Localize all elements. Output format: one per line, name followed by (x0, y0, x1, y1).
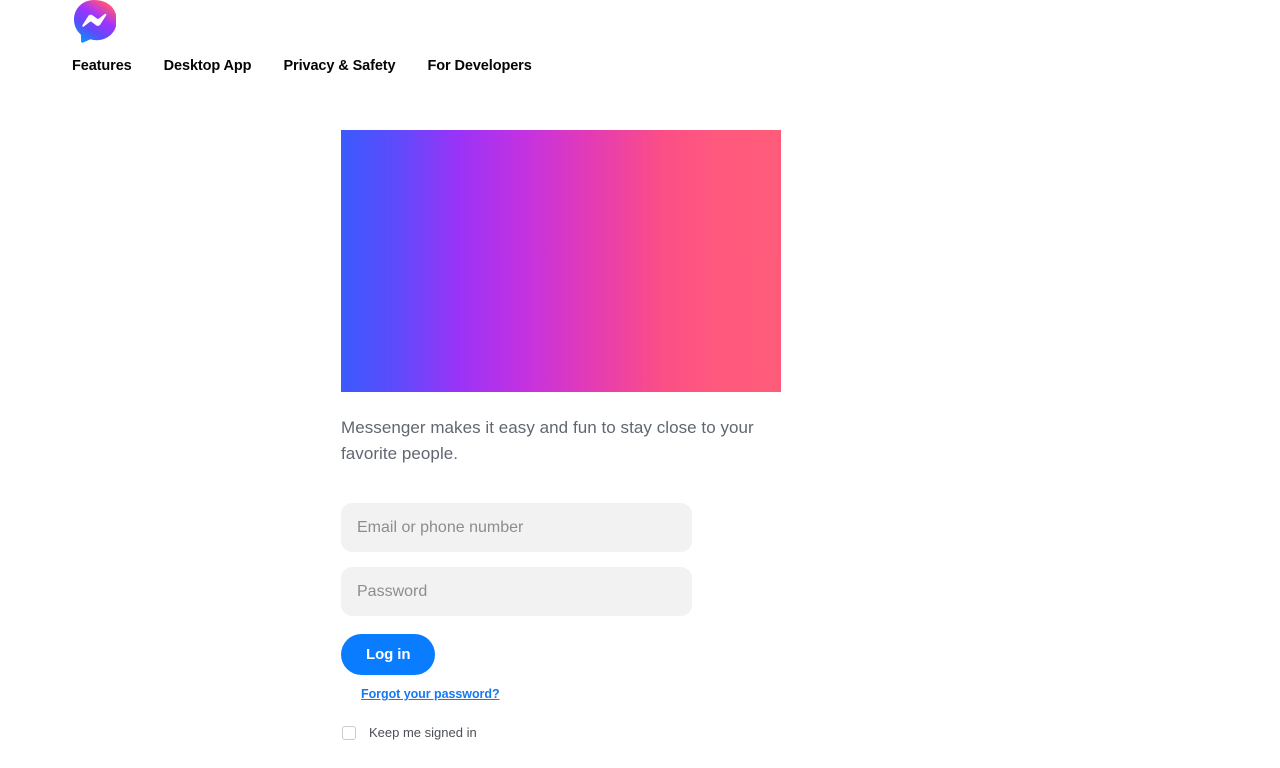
nav-item-desktop-app[interactable]: Desktop App (164, 56, 252, 76)
nav-item-for-developers[interactable]: For Developers (428, 56, 532, 76)
messenger-login-page: Features Desktop App Privacy & Safety Fo… (0, 0, 1280, 768)
email-or-phone-input[interactable] (341, 503, 692, 552)
forgot-password-row: Forgot your password? (341, 685, 692, 703)
login-button-row: Log in (341, 634, 692, 675)
hero-gradient-banner (341, 130, 781, 392)
main-navigation: Features Desktop App Privacy & Safety Fo… (72, 56, 532, 76)
log-in-button[interactable]: Log in (341, 634, 436, 675)
keep-signed-in-checkbox[interactable] (342, 725, 356, 740)
page-tagline: Messenger makes it easy and fun to stay … (341, 418, 754, 463)
messenger-logo-icon[interactable] (72, 0, 116, 44)
login-main-column: Messenger makes it easy and fun to stay … (341, 130, 781, 740)
nav-item-features[interactable]: Features (72, 56, 132, 76)
keep-signed-in-label[interactable]: Keep me signed in (369, 725, 477, 740)
nav-item-privacy-safety[interactable]: Privacy & Safety (283, 56, 395, 76)
keep-signed-in-row: Keep me signed in (341, 725, 692, 740)
login-form: Log in Forgot your password? Keep me sig… (341, 503, 692, 740)
password-input[interactable] (341, 567, 692, 616)
forgot-password-link[interactable]: Forgot your password? (361, 687, 500, 701)
